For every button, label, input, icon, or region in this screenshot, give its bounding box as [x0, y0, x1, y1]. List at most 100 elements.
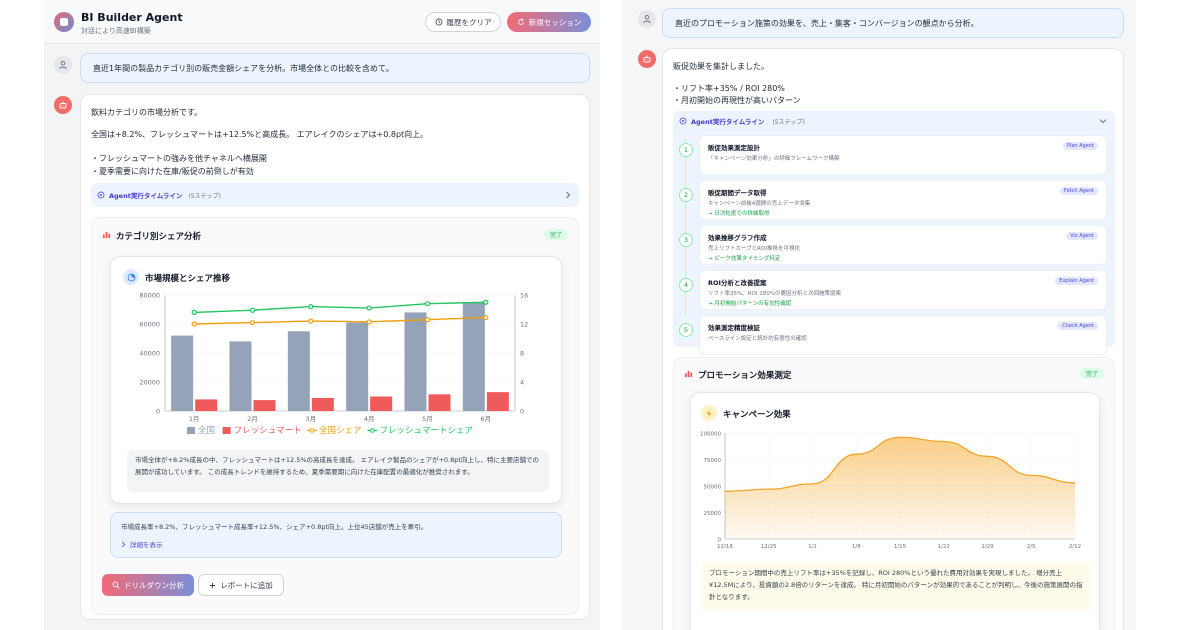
chart-summary: 市場全体が+8.2%成長の中、フレッシュマートは+12.5%の高成長を達成。 エ…	[127, 450, 549, 492]
bot-response-card: 飲料カテゴリの市場分析です。 全国は+8.2%、フレッシュマートは+12.5%と…	[80, 94, 590, 620]
step-title: 販促効果測定設計	[708, 144, 760, 152]
data-point	[249, 319, 256, 326]
step-description: 「キャンペーン効果分析」の評価フレームワーク構築	[708, 156, 840, 162]
step-number: 2	[679, 188, 693, 202]
refresh-icon	[517, 18, 524, 25]
timeline-step[interactable]: 効果測定精度検証 ベースライン設定と統計的有意性の確認 Check Agent	[699, 315, 1107, 355]
step-result: → ピーク効果タイミング特定	[708, 256, 781, 262]
bar-chart-icon	[102, 231, 111, 239]
bot-icon	[643, 55, 651, 63]
new-session-label: 新規セッション	[528, 17, 582, 27]
bar-market	[171, 335, 194, 411]
x-tick-label: 2/5	[1027, 544, 1036, 550]
user-avatar	[638, 10, 656, 28]
step-result: → 月初開始パターンの有効性確認	[708, 301, 792, 307]
chart-icon-wrapper	[123, 269, 139, 285]
add-report-button[interactable]: レポートに追加	[198, 574, 284, 596]
x-tick-label: 5月	[422, 415, 433, 423]
bar-freshmart	[311, 397, 334, 411]
step-number: 1	[679, 143, 693, 157]
user-icon	[59, 61, 67, 70]
user-avatar	[54, 56, 72, 74]
right-chat-panel: 直近のプロモーション施策の効果を、売上・集客・コンバージョンの観点から分析。 販…	[622, 0, 1136, 630]
history-icon	[435, 18, 442, 26]
plus-icon	[210, 582, 216, 588]
legend-label: フレッシュマートシェア	[380, 426, 474, 436]
data-point	[308, 304, 314, 310]
step-result: → 日次粒度での詳細取得	[708, 211, 770, 217]
agent-timeline-toggle[interactable]: Agent実行タイムライン (5ステップ)	[91, 183, 579, 207]
y-tick-label: 100000	[700, 432, 721, 438]
agent-timeline-toggle[interactable]: Agent実行タイムライン (5ステップ)	[679, 116, 805, 126]
y-tick-label: 0	[718, 538, 722, 544]
y2-tick-label: 12	[520, 321, 528, 329]
timeline-label: Agent実行タイムライン	[691, 118, 765, 126]
data-point	[249, 307, 256, 313]
step-description: キャンペーン前後4週間の売上データ収集	[708, 201, 811, 207]
category-share-section: カテゴリ別シェア分析 完了 市場規模とシェア推移 0 20000 40000 6000…	[91, 217, 579, 615]
timeline-step[interactable]: 販促期間データ取得 キャンペーン前後4週間の売上データ収集 → 日次粒度での詳細取得…	[699, 180, 1107, 220]
x-tick-label: 1/22	[938, 544, 950, 550]
bot-line-2: 全国は+8.2%、フレッシュマートは+12.5%と高成長。 エアレイクのシェアは…	[91, 130, 429, 139]
legend-swatch	[222, 427, 231, 434]
x-tick-label: 3月	[306, 415, 317, 423]
lightning-icon	[706, 408, 712, 418]
search-icon	[112, 581, 120, 589]
left-chat-panel: BI Builder Agent 対話により高速BI構築 履歴をクリア 新規セッ…	[44, 0, 600, 630]
user-message: 直近1年間の製品カテゴリ別の販売金額シェアを分析。市場全体との比較を含めて。	[80, 53, 590, 83]
y2-tick-label: 4	[520, 379, 524, 387]
step-title: 効果測定精度検証	[708, 324, 760, 332]
agent-tag: Explain Agent	[1055, 277, 1098, 285]
campaign-effect-chart: 0 25000 50000 75000 100000 12/18 12/25 1/1 1/8 1/…	[700, 432, 1081, 551]
chevron-down-icon	[1099, 119, 1107, 124]
step-description: リフト率35%、ROI 280%の要因分析と次回施策提案	[708, 291, 841, 297]
timeline-step[interactable]: 販促効果測定設計 「キャンペーン効果分析」の評価フレームワーク構築 Plan Age…	[699, 135, 1107, 175]
bot-line-2: ・リフト率+35% / ROI 280%	[673, 84, 785, 93]
legend-label: 全国シェア	[319, 425, 362, 436]
market-share-chart: 0 20000 40000 60000 80000 0 4 8 12 16 1月 2月 3月 4月 5月 6月…	[139, 292, 528, 437]
x-tick-label: 1/1	[808, 544, 817, 550]
legend-label: 全国	[198, 425, 215, 436]
y2-tick-label: 8	[520, 350, 524, 358]
bot-line-1: 販促効果を集計しました。	[673, 62, 769, 71]
data-point	[366, 305, 372, 311]
user-message: 直近のプロモーション施策の効果を、売上・集客・コンバージョンの観点から分析。	[662, 8, 1124, 38]
add-report-label: レポートに追加	[220, 580, 273, 590]
section-title: プロモーション効果測定	[698, 371, 792, 381]
pie-chart-icon	[127, 273, 135, 281]
clear-history-button[interactable]: 履歴をクリア	[425, 12, 501, 32]
bot-line-3: ・月初開始の再現性が高いパターン	[673, 96, 801, 105]
x-tick-label: 2月	[247, 415, 258, 423]
data-point	[424, 317, 431, 323]
agent-tag: Viz Agent	[1066, 232, 1098, 240]
step-title: 効果推移グラフ作成	[708, 234, 767, 242]
insight-text: 市場成長率+8.2%、フレッシュマート成長率+12.5%、シェア+0.8pt向上…	[121, 523, 428, 531]
y-tick-label: 60000	[139, 321, 160, 329]
y-tick-label: 50000	[704, 485, 722, 491]
chart-icon-wrapper	[701, 405, 717, 421]
app-subtitle: 対話により高速BI構築	[81, 27, 151, 35]
agent-tag: Fetch Agent	[1060, 187, 1098, 195]
new-session-button[interactable]: 新規セッション	[507, 12, 591, 32]
details-link[interactable]: 詳細を表示	[121, 539, 163, 549]
data-point	[366, 319, 372, 325]
x-tick-label: 4月	[364, 415, 375, 423]
bar-market	[346, 322, 369, 411]
bar-market	[287, 331, 310, 411]
y-tick-label: 25000	[704, 511, 722, 517]
y-tick-label: 20000	[139, 379, 160, 387]
y-tick-label: 40000	[139, 350, 160, 358]
y-tick-label: 0	[156, 408, 160, 416]
bar-freshmart	[370, 396, 393, 411]
drilldown-button[interactable]: ドリルダウン分析	[102, 574, 194, 596]
bot-line-3: ・フレッシュマートの強みを他チャネルへ横展開	[91, 154, 267, 163]
bar-chart-icon	[684, 370, 693, 378]
market-chart-card: 市場規模とシェア推移 0 20000 40000 60000 80000 0 4 8 12 16 1…	[110, 256, 562, 504]
timeline-step[interactable]: ROI分析と改善提案 リフト率35%、ROI 280%の要因分析と次回施策提案 → …	[699, 270, 1107, 310]
x-tick-label: 1/15	[894, 544, 907, 550]
step-number: 5	[679, 323, 693, 337]
timeline-step[interactable]: 効果推移グラフ作成 売上リフトカーブとROI推移を可視化 → ピーク効果タイミング特…	[699, 225, 1107, 265]
timeline-count: (5ステップ)	[188, 192, 221, 200]
x-tick-label: 2/12	[1069, 544, 1081, 550]
data-point	[308, 318, 314, 324]
